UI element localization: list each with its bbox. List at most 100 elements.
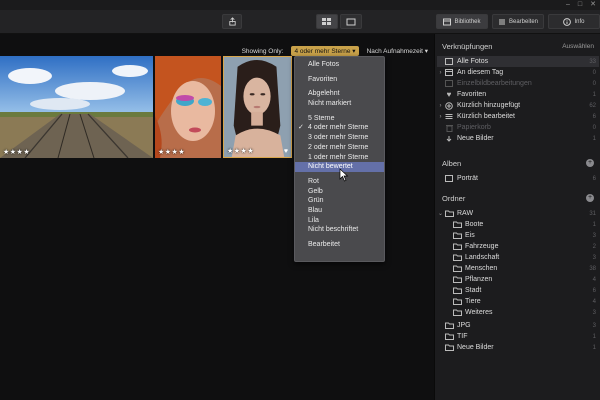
sidebar-item-label: An diesem Tag <box>457 69 504 76</box>
share-icon <box>228 17 236 26</box>
trash-icon <box>444 124 454 132</box>
photo-thumbnail-railway[interactable]: ★★★★ <box>0 56 153 158</box>
tab-edit-label: Bearbeiten <box>508 18 539 25</box>
checkmark-icon: ✓ <box>298 124 304 132</box>
view-mode-group <box>316 14 362 29</box>
item-count: 3 <box>592 309 596 316</box>
close-button[interactable]: ✕ <box>590 0 596 10</box>
item-count: 1 <box>592 221 596 228</box>
favorite-heart-icon[interactable]: ♥ <box>284 148 288 155</box>
heart-icon: ♥ <box>446 90 452 99</box>
menu-item-edited[interactable]: Bearbeitet <box>295 240 384 250</box>
sidebar-item-on-this-day[interactable]: › An diesem Tag 0 <box>437 67 599 78</box>
sidebar-item-folder-weiteres[interactable]: Weiteres 3 <box>437 307 599 318</box>
menu-item-favorites[interactable]: Favoriten <box>295 75 384 85</box>
item-count: 0 <box>592 80 596 87</box>
photo-thumbnail-portrait-makeup[interactable]: ★★★★ <box>155 56 221 158</box>
photo-row: ★★★★ ★★★★ ★★★★ ♥ <box>0 56 300 158</box>
item-count: 31 <box>589 210 596 217</box>
sidebar-item-album-portrait[interactable]: Porträt 6 <box>437 173 599 184</box>
albums-section-title: Alben <box>442 159 462 168</box>
sidebar-item-all-photos[interactable]: Alle Fotos 33 <box>437 56 599 67</box>
sidebar-item-folder-stadt[interactable]: Stadt 6 <box>437 285 599 296</box>
menu-item-unflagged[interactable]: Nicht markiert <box>295 99 384 109</box>
single-view-button[interactable] <box>340 14 362 29</box>
folder-icon <box>452 298 462 306</box>
menu-item-all-photos[interactable]: Alle Fotos <box>295 60 384 70</box>
chevron-right-icon[interactable]: › <box>437 103 444 109</box>
tab-edit[interactable]: Bearbeiten <box>492 14 544 29</box>
menu-item-4-stars[interactable]: ✓ 4 oder mehr Sterne <box>295 123 384 133</box>
item-count: 0 <box>592 69 596 76</box>
menu-item-5-stars[interactable]: 5 Sterne <box>295 114 384 124</box>
menu-item-yellow[interactable]: Gelb <box>295 187 384 197</box>
chevron-down-icon[interactable]: ⌄ <box>437 210 444 217</box>
sidebar-item-folder-boote[interactable]: Boote 1 <box>437 219 599 230</box>
panel-tabs: Bibliothek Bearbeiten Info <box>436 14 600 29</box>
edit-icon <box>444 80 454 88</box>
item-count: 6 <box>592 287 596 294</box>
select-link[interactable]: Auswählen <box>562 43 594 50</box>
item-count: 1 <box>592 344 596 351</box>
sidebar-item-trash[interactable]: Papierkorb 0 <box>437 122 599 133</box>
sidebar-item-folder-tif[interactable]: TIF 1 <box>437 331 599 342</box>
tab-info[interactable]: Info <box>548 14 600 29</box>
item-count: 1 <box>592 333 596 340</box>
sidebar-item-label: Neue Bilder <box>457 344 494 351</box>
chevron-right-icon[interactable]: › <box>437 114 444 120</box>
sidebar-item-label: Landschaft <box>465 254 500 261</box>
item-count: 4 <box>592 276 596 283</box>
sidebar-item-label: Eis <box>465 232 475 239</box>
sidebar-item-label: Neue Bilder <box>457 135 494 142</box>
minimize-button[interactable]: – <box>566 0 570 10</box>
sidebar-item-favorites[interactable]: ♥ Favoriten 1 <box>437 89 599 100</box>
menu-item-2-stars[interactable]: 2 oder mehr Sterne <box>295 143 384 153</box>
item-count: 38 <box>589 265 596 272</box>
menu-item-3-stars[interactable]: 3 oder mehr Sterne <box>295 133 384 143</box>
calendar-icon <box>444 69 454 77</box>
top-toolbar: Bibliothek Bearbeiten Info <box>0 10 600 34</box>
import-icon <box>444 135 454 143</box>
info-icon <box>563 17 572 26</box>
item-count: 1 <box>592 135 596 142</box>
chevron-right-icon[interactable]: › <box>437 70 444 76</box>
sidebar-item-folder-eis[interactable]: Eis 3 <box>437 230 599 241</box>
menu-item-blue[interactable]: Blau <box>295 206 384 216</box>
sidebar-item-recently-edited[interactable]: › Kürzlich bearbeitet 6 <box>437 111 599 122</box>
maximize-button[interactable]: □ <box>578 0 582 10</box>
tab-library[interactable]: Bibliothek <box>436 14 488 29</box>
folder-icon <box>452 265 462 273</box>
item-count: 1 <box>592 91 596 98</box>
sidebar-item-folder-menschen[interactable]: Menschen 38 <box>437 263 599 274</box>
menu-item-purple[interactable]: Lila <box>295 216 384 226</box>
sort-dropdown-button[interactable]: Nach Aufnahmezeit ▾ <box>367 47 428 55</box>
sidebar-item-folder-raw[interactable]: ⌄ RAW 31 <box>437 208 599 219</box>
sidebar-item-label: Stadt <box>465 287 482 294</box>
filter-bar: Showing Only: 4 oder mehr Sterne ▾ Nach … <box>242 46 428 56</box>
sidebar-item-folder-landschaft[interactable]: Landschaft 3 <box>437 252 599 263</box>
sidebar-item-folder-pflanzen[interactable]: Pflanzen 4 <box>437 274 599 285</box>
sidebar-item-folder-fahrzeuge[interactable]: Fahrzeuge 2 <box>437 241 599 252</box>
filter-dropdown-button[interactable]: 4 oder mehr Sterne ▾ <box>291 46 359 56</box>
sidebar-item-folder-tiere[interactable]: Tiere 4 <box>437 296 599 307</box>
sidebar-item-folder-new-images[interactable]: Neue Bilder 1 <box>437 342 599 353</box>
photo-thumbnail-portrait-woman[interactable]: ★★★★ ♥ <box>223 56 292 158</box>
sidebar-item-recently-added[interactable]: › Kürzlich hinzugefügt 62 <box>437 100 599 111</box>
share-button[interactable] <box>222 14 242 29</box>
grid-view-button[interactable] <box>316 14 338 29</box>
menu-item-4-stars-label: 4 oder mehr Sterne <box>308 124 369 132</box>
add-folder-button[interactable]: + <box>586 194 594 202</box>
menu-item-green[interactable]: Grün <box>295 196 384 206</box>
menu-item-1-star[interactable]: 1 oder mehr Sterne <box>295 153 384 163</box>
sidebar-item-new-images[interactable]: Neue Bilder 1 <box>437 133 599 144</box>
sidebar-item-folder-jpg[interactable]: JPG 3 <box>437 320 599 331</box>
menu-item-rejected[interactable]: Abgelehnt <box>295 89 384 99</box>
menu-item-unlabeled[interactable]: Nicht beschriftet <box>295 225 384 235</box>
item-count: 0 <box>592 124 596 131</box>
item-count: 62 <box>589 102 596 109</box>
sidebar-item-single-edits[interactable]: Einzelbildbearbeitungen 0 <box>437 78 599 89</box>
sidebar-item-label: JPG <box>457 322 471 329</box>
folder-icon <box>452 309 462 317</box>
folder-icon <box>452 287 462 295</box>
add-album-button[interactable]: + <box>586 159 594 167</box>
